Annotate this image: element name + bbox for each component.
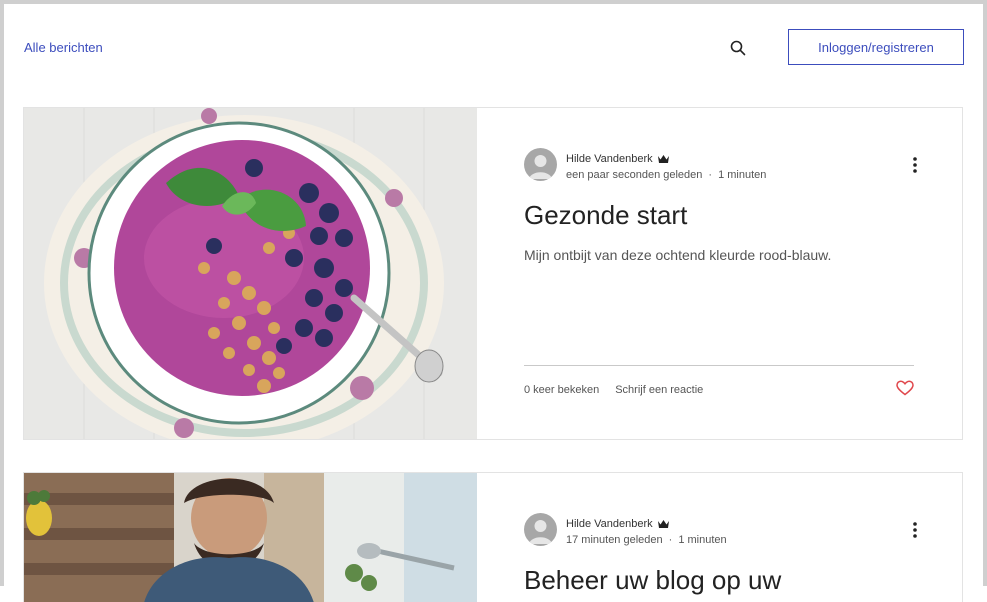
post-author[interactable]: Hilde Vandenberk [566,153,670,165]
post-meta: een paar seconden geleden · 1 minuten [566,169,766,181]
crown-icon [657,520,669,528]
more-vertical-icon[interactable] [908,520,922,540]
author-name[interactable]: Hilde Vandenberk [566,518,653,530]
search-icon[interactable] [729,39,747,57]
post-meta: 17 minuten geleden · 1 minuten [566,534,727,546]
post-author[interactable]: Hilde Vandenberk [566,518,670,530]
all-posts-link[interactable]: Alle berichten [24,40,103,55]
post-title[interactable]: Gezonde start [524,200,687,231]
post-stats: 0 keer bekeken Schrijf een reactie [524,384,703,396]
post-title[interactable]: Beheer uw blog op uw [524,565,781,596]
avatar[interactable] [524,148,557,181]
post-card[interactable]: Hilde Vandenberk een paar seconden geled… [23,107,963,440]
post-time: een paar seconden geleden [566,169,703,181]
post-cover-image[interactable] [24,108,477,439]
read-time: 1 minuten [678,534,727,546]
avatar-placeholder [529,155,552,179]
post-excerpt[interactable]: Mijn ontbijt van deze ochtend kleurde ro… [524,247,831,263]
read-time: 1 minuten [718,169,767,181]
post-time: 17 minuten geleden [566,534,663,546]
more-vertical-icon[interactable] [908,155,922,175]
post-card[interactable]: Hilde Vandenberk 17 minuten geleden · 1 … [23,472,963,602]
divider [524,365,914,366]
post-cover-image[interactable] [24,473,477,602]
author-name[interactable]: Hilde Vandenberk [566,153,653,165]
man-working-image [24,473,477,602]
comment-link[interactable]: Schrijf een reactie [615,384,703,396]
separator-dot: · [668,534,673,546]
smoothie-bowl-image [24,108,477,439]
crown-icon [657,155,669,163]
login-register-button[interactable]: Inloggen/registreren [788,29,964,65]
heart-icon[interactable] [896,380,914,396]
avatar-placeholder [529,520,552,544]
separator-dot: · [708,169,713,181]
view-count: 0 keer bekeken [524,384,600,396]
avatar[interactable] [524,513,557,546]
